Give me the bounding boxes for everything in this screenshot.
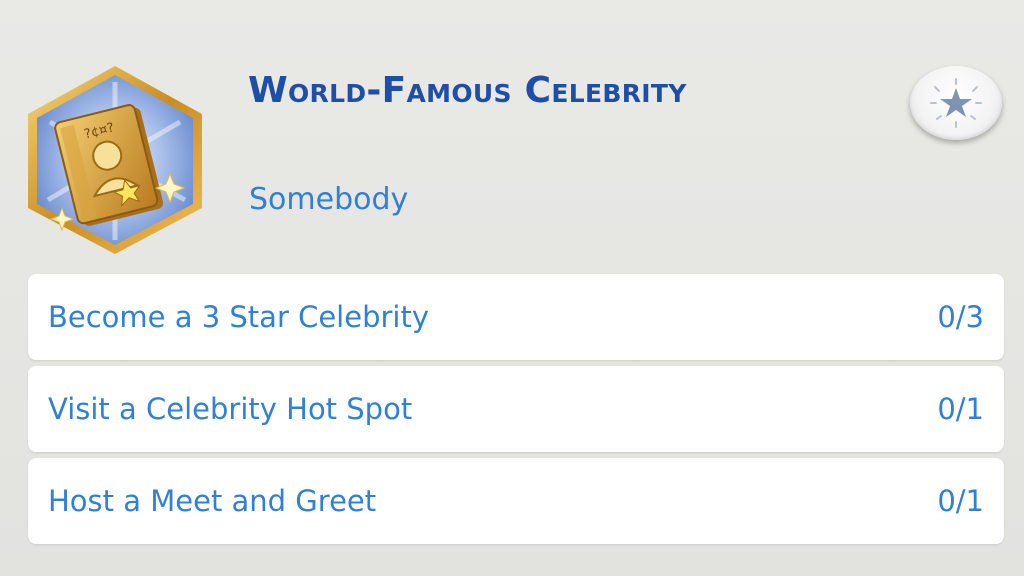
goal-progress: 0/1 <box>937 392 984 426</box>
aspiration-title: World-Famous Celebrity <box>248 70 687 111</box>
aspiration-tier: Somebody <box>249 182 409 217</box>
goal-progress: 0/3 <box>937 300 984 334</box>
goal-row: Visit a Celebrity Hot Spot 0/1 <box>28 366 1004 452</box>
goal-label: Visit a Celebrity Hot Spot <box>48 392 413 426</box>
star-button[interactable] <box>910 66 1002 140</box>
star-icon <box>930 78 982 128</box>
goal-label: Host a Meet and Greet <box>48 484 377 518</box>
goal-row: Host a Meet and Greet 0/1 <box>28 458 1004 544</box>
goal-label: Become a 3 Star Celebrity <box>48 300 429 334</box>
celebrity-book-icon: ?¢¤? <box>20 62 210 258</box>
aspiration-panel: ?¢¤? World-Famous Celebrity Somebody Bec… <box>0 0 1024 576</box>
goal-list: Become a 3 Star Celebrity 0/3 Visit a Ce… <box>28 274 1004 550</box>
goal-row: Become a 3 Star Celebrity 0/3 <box>28 274 1004 360</box>
goal-progress: 0/1 <box>937 484 984 518</box>
